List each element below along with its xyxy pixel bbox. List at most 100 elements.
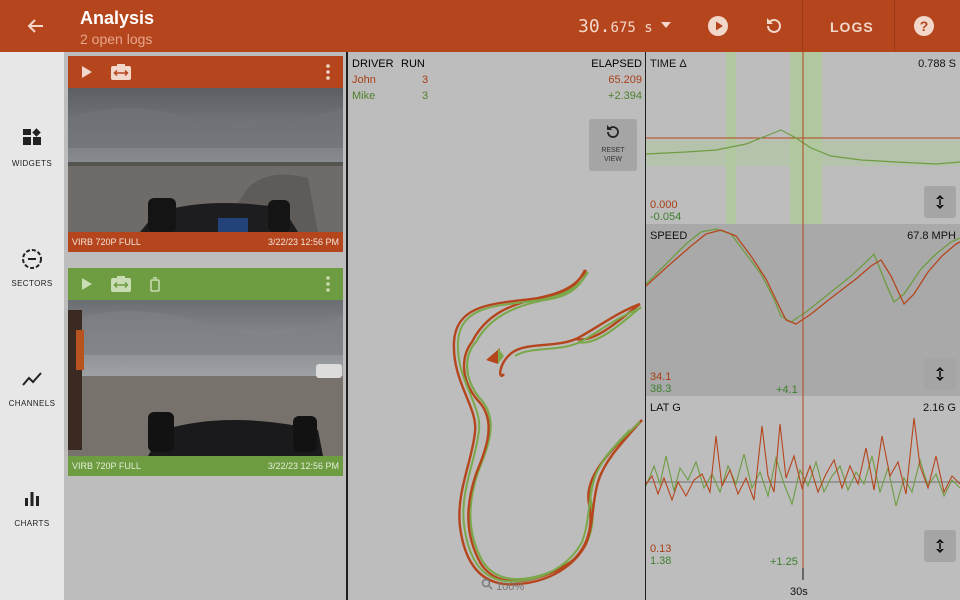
- chart-value: 0.788 S: [918, 58, 956, 70]
- position-marker-mike: [498, 348, 504, 364]
- track-line-mike: [466, 271, 642, 581]
- rail-item-label: WIDGETS: [11, 159, 53, 168]
- expand-vertical-icon: [936, 539, 944, 553]
- logs-button[interactable]: LOGS: [830, 19, 874, 35]
- reset-view-button[interactable]: RESET VIEW: [589, 119, 637, 171]
- sync-camera-icon[interactable]: [110, 275, 132, 293]
- rail-item-sectors[interactable]: SECTORS: [0, 248, 64, 308]
- table-row[interactable]: John 3 65.209: [352, 74, 642, 90]
- video-toolbar: [68, 56, 343, 88]
- min-value-red: 34.1: [650, 371, 672, 383]
- page-title: Analysis: [80, 8, 155, 28]
- reset-view-label: VIEW: [604, 156, 622, 163]
- rail-item-channels[interactable]: CHANNELS: [0, 368, 64, 428]
- speed-plot: [646, 228, 960, 325]
- video-timestamp: 3/22/23 12:56 PM: [267, 461, 339, 471]
- divider: [894, 0, 895, 52]
- rail-item-label: SECTORS: [11, 279, 53, 288]
- min-value-green: -0.054: [650, 211, 682, 223]
- channels-icon: [22, 372, 42, 386]
- video-toolbar: [68, 268, 343, 300]
- track-line-john: [452, 270, 585, 377]
- video-caption: VIRB 720P FULL: [72, 237, 141, 247]
- rail-item-label: CHANNELS: [8, 399, 56, 408]
- charts-panel: TIME Δ 0.788 S 0.000 -0.054 SPEED 67.8 M…: [646, 52, 960, 600]
- chart-title: LAT G: [650, 402, 681, 414]
- video-thumbnail: [68, 88, 343, 232]
- time-fraction: 675 s: [610, 20, 653, 36]
- zoom-indicator[interactable]: 100%: [481, 578, 524, 593]
- play-button[interactable]: [700, 8, 736, 44]
- expand-chart-button[interactable]: [924, 530, 956, 562]
- track-section-john: [452, 269, 643, 586]
- min-value-red: 0.000: [650, 199, 678, 211]
- play-circle-icon: [708, 16, 728, 36]
- col-elapsed: ELAPSED: [591, 58, 642, 70]
- time-main: 30.: [578, 16, 611, 37]
- reset-icon: [607, 125, 619, 138]
- col-run: RUN: [401, 58, 425, 70]
- video-column: VIRB 720P FULL 3/22/23 12:56 PM VIRB 720…: [64, 52, 347, 600]
- driver-name: Mike: [352, 90, 376, 102]
- widgets-icon: [23, 128, 41, 145]
- chart-value: 67.8 MPH: [907, 230, 956, 242]
- charts-icon: [25, 492, 39, 506]
- chart-lat-g[interactable]: LAT G 2.16 G 0.13 1.38 +1.25: [646, 396, 960, 568]
- page-subtitle: 2 open logs: [80, 31, 153, 47]
- help-button[interactable]: ?: [906, 8, 942, 44]
- rail-item-widgets[interactable]: WIDGETS: [0, 128, 64, 188]
- track-inner-mike: [514, 307, 642, 357]
- time-delta-plot: [646, 52, 960, 224]
- video-caption: VIRB 720P FULL: [72, 461, 141, 471]
- expand-vertical-icon: [936, 367, 944, 381]
- time-dropdown[interactable]: [660, 18, 672, 36]
- chart-title: SPEED: [650, 230, 688, 242]
- help-icon: ?: [914, 16, 934, 36]
- rail-item-charts[interactable]: CHARTS: [0, 488, 64, 548]
- chart-time-delta[interactable]: TIME Δ 0.788 S 0.000 -0.054: [646, 52, 960, 224]
- table-row[interactable]: Mike 3 +2.394: [352, 90, 642, 106]
- phone-sync-icon[interactable]: [148, 276, 162, 292]
- reset-view-label: RESET: [601, 147, 625, 154]
- video-frame[interactable]: [68, 300, 343, 456]
- zoom-icon: [481, 578, 493, 590]
- video-panel: VIRB 720P FULL 3/22/23 12:56 PM: [68, 56, 343, 252]
- video-caption-bar: VIRB 720P FULL 3/22/23 12:56 PM: [68, 456, 343, 476]
- zoom-level: 100%: [496, 581, 525, 593]
- back-button[interactable]: [18, 12, 54, 40]
- track-line-john: [462, 269, 643, 583]
- replay-button[interactable]: [756, 8, 792, 44]
- chart-speed[interactable]: SPEED 67.8 MPH 34.1 38.3 +4.1: [646, 224, 960, 396]
- chart-title: TIME Δ: [650, 58, 687, 70]
- expand-chart-button[interactable]: [924, 186, 956, 218]
- sync-camera-icon[interactable]: [110, 63, 132, 81]
- x-axis-tick: 30s: [790, 586, 808, 598]
- sectors-icon: [22, 249, 42, 269]
- run-number: 3: [422, 90, 429, 102]
- rail-item-label: CHARTS: [14, 519, 50, 528]
- runs-table-header: DRIVER RUN ELAPSED: [352, 58, 642, 74]
- svg-text:?: ?: [920, 18, 929, 34]
- video-panel: VIRB 720P FULL 3/22/23 12:56 PM: [68, 268, 343, 476]
- more-vert-icon[interactable]: [325, 276, 331, 292]
- track-map-panel[interactable]: DRIVER RUN ELAPSED John 3 65.209 Mike 3 …: [348, 52, 645, 600]
- nav-rail: WIDGETS SECTORS CHANNELS CHARTS: [0, 52, 64, 600]
- divider: [802, 0, 803, 52]
- more-vert-icon[interactable]: [325, 64, 331, 80]
- time-readout[interactable]: 30.675 s: [578, 16, 653, 37]
- play-icon[interactable]: [80, 277, 94, 291]
- track-section-mike: [456, 271, 641, 583]
- driver-name: John: [352, 74, 376, 86]
- runs-table: DRIVER RUN ELAPSED John 3 65.209 Mike 3 …: [352, 58, 642, 106]
- delta-value: +4.1: [776, 384, 798, 396]
- video-timestamp: 3/22/23 12:56 PM: [267, 237, 339, 247]
- play-icon[interactable]: [80, 65, 94, 79]
- elapsed-time: +2.394: [608, 90, 642, 102]
- expand-vertical-icon: [936, 195, 944, 209]
- video-frame[interactable]: [68, 88, 343, 232]
- replay-icon: [767, 18, 781, 33]
- expand-chart-button[interactable]: [924, 358, 956, 390]
- min-value-red: 0.13: [650, 543, 672, 555]
- lat-g-plot: [646, 417, 960, 507]
- dropdown-caret-icon: [661, 22, 671, 28]
